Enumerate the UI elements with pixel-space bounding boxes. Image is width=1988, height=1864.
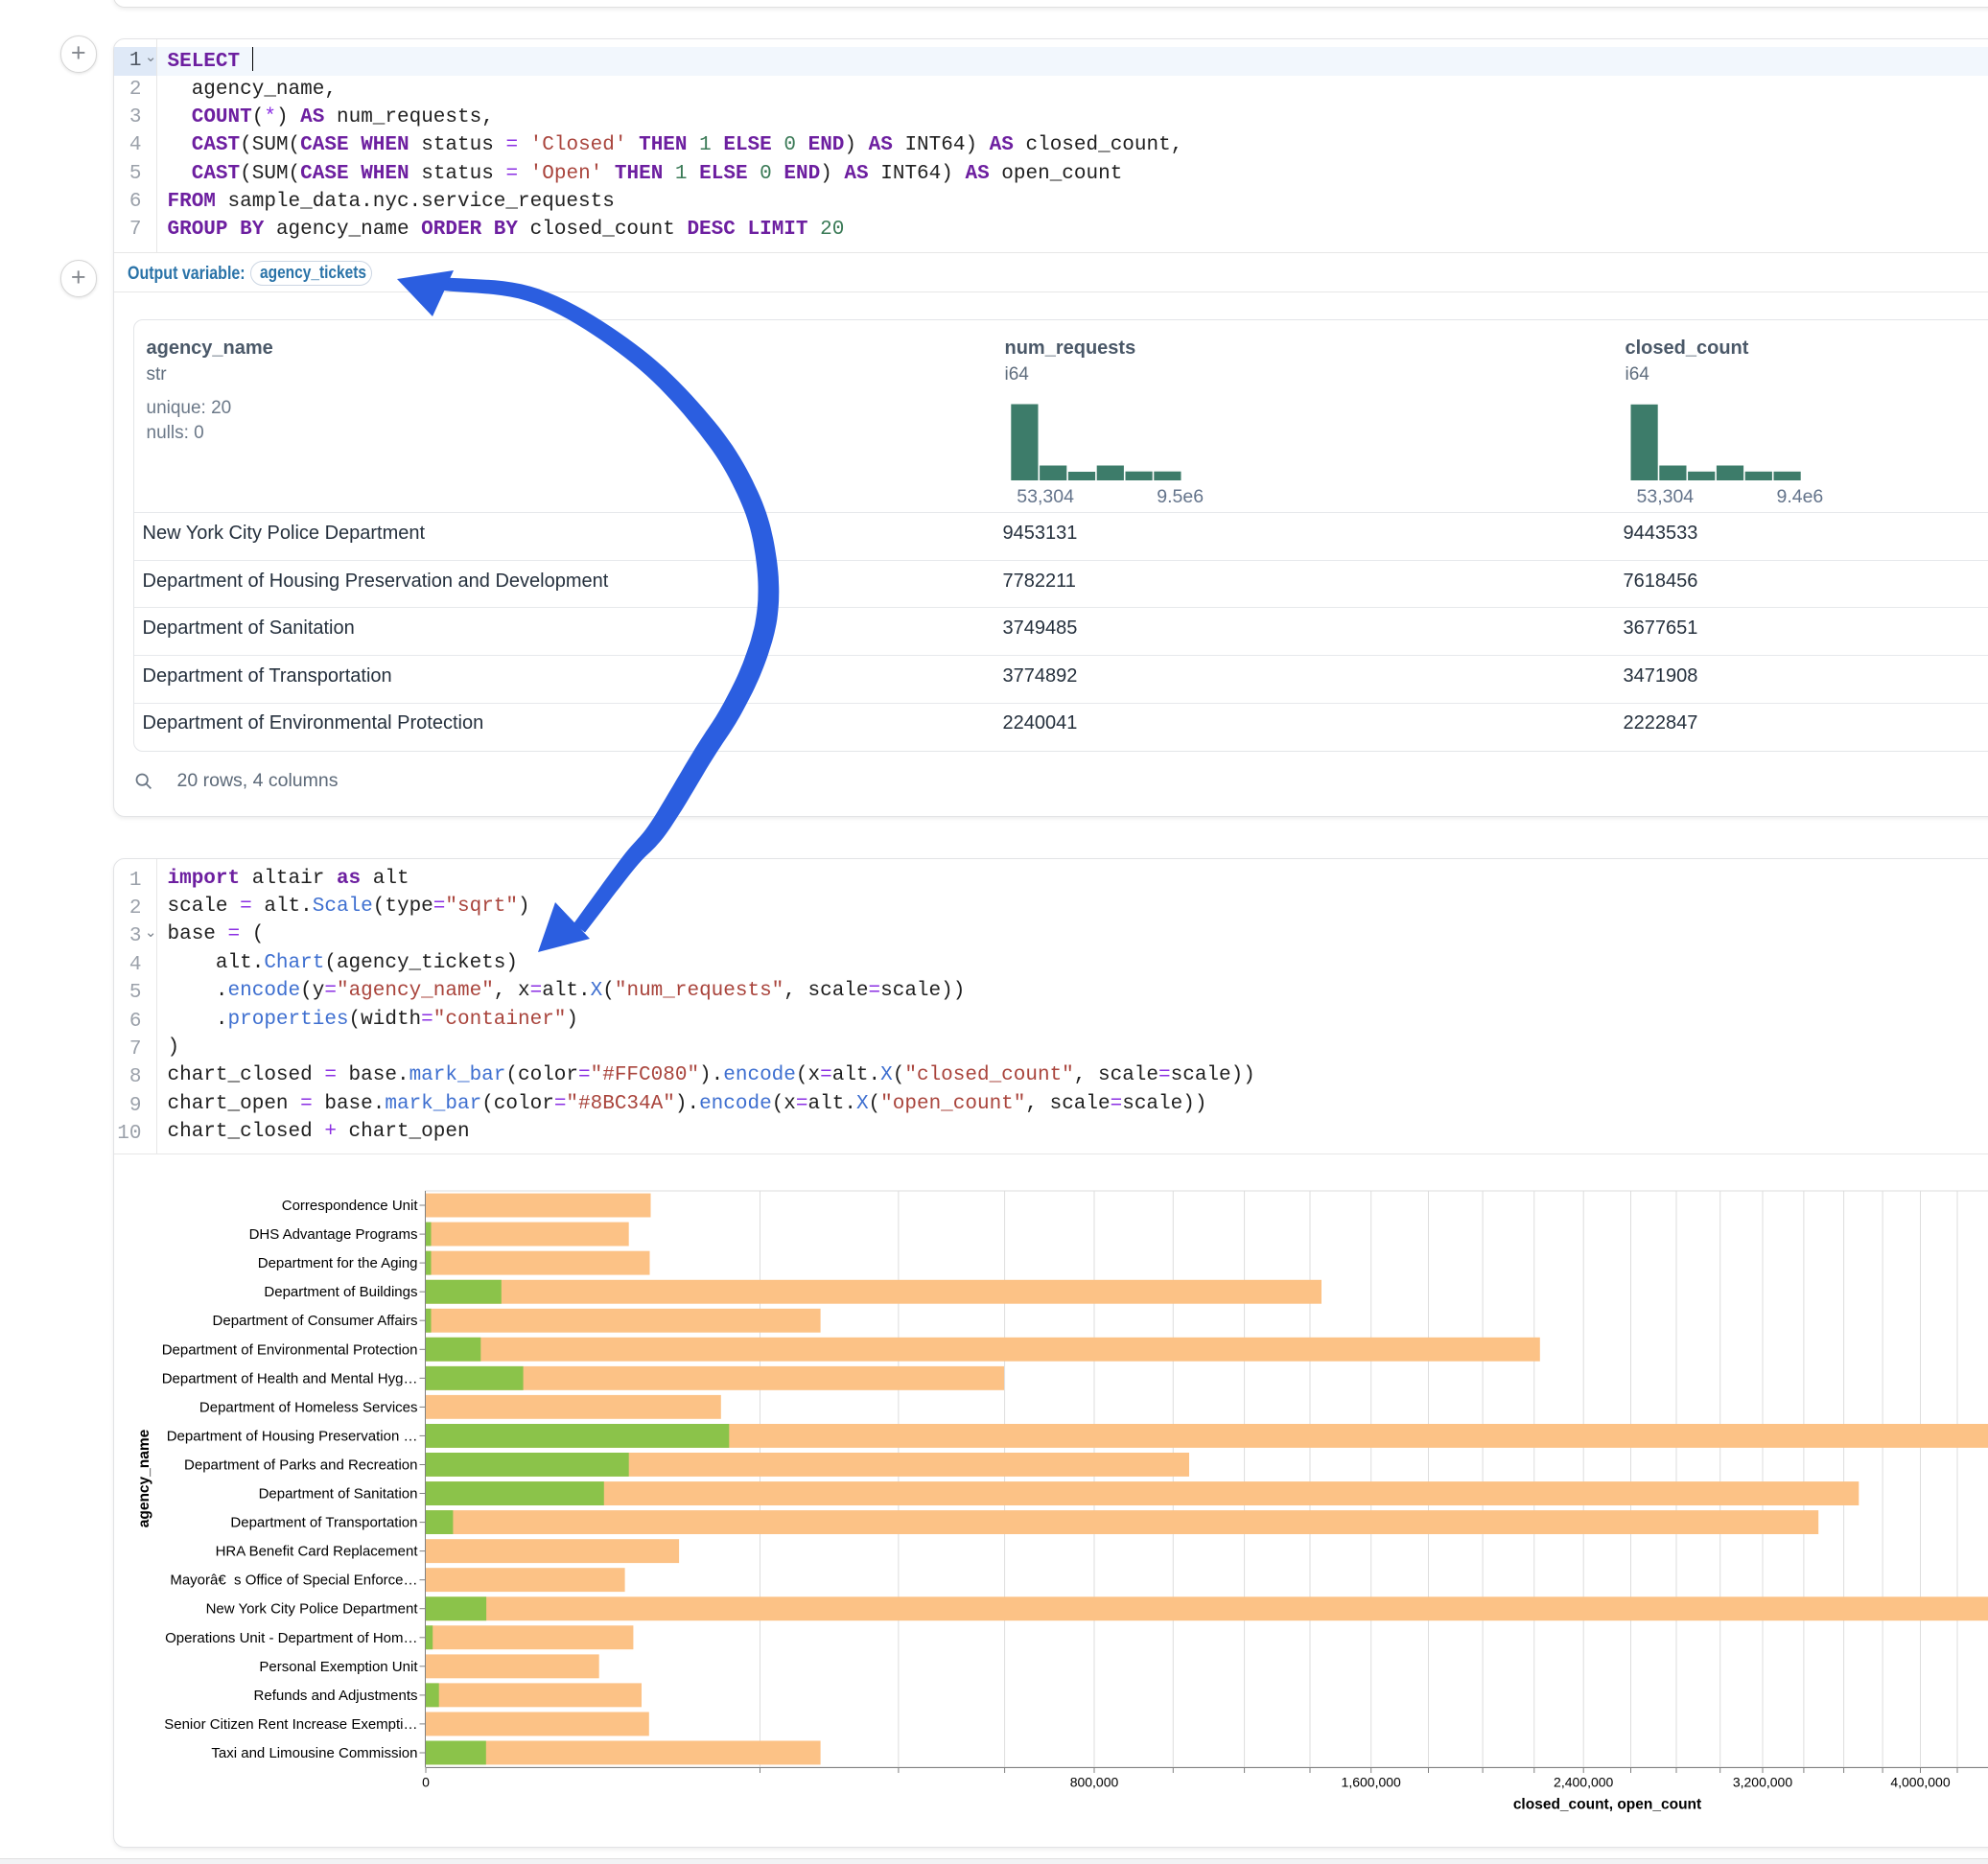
svg-text:Department of Housing Preserva: Department of Housing Preservation … (167, 1428, 418, 1444)
svg-text:closed_count, open_count: closed_count, open_count (1513, 1797, 1701, 1813)
svg-text:3,200,000: 3,200,000 (1733, 1775, 1792, 1790)
svg-text:Department of Parks and Recrea: Department of Parks and Recreation (184, 1457, 417, 1474)
svg-text:Taxi and Limousine Commission: Taxi and Limousine Commission (211, 1745, 417, 1761)
svg-text:4,000,000: 4,000,000 (1890, 1775, 1950, 1790)
svg-text:Department of Health and Menta: Department of Health and Mental Hyg… (162, 1370, 418, 1386)
svg-text:Senior Citizen Rent Increase E: Senior Citizen Rent Increase Exempti… (164, 1716, 417, 1733)
svg-text:Department of Transportation: Department of Transportation (230, 1515, 417, 1531)
svg-text:Mayorâ€ s Office of Special E: Mayorâ€ s Office of Special Enforce… (170, 1573, 417, 1589)
svg-text:Department of Sanitation: Department of Sanitation (259, 1486, 418, 1503)
svg-text:Department of Consumer Affairs: Department of Consumer Affairs (213, 1313, 418, 1329)
svg-text:800,000: 800,000 (1070, 1775, 1119, 1790)
svg-text:HRA Benefit Card Replacement: HRA Benefit Card Replacement (216, 1544, 419, 1560)
svg-text:2,400,000: 2,400,000 (1554, 1775, 1613, 1790)
svg-text:agency_name: agency_name (136, 1429, 152, 1527)
svg-text:Department of Environmental Pr: Department of Environmental Protection (162, 1341, 418, 1358)
svg-text:Correspondence Unit: Correspondence Unit (282, 1198, 419, 1214)
svg-text:Department of Buildings: Department of Buildings (264, 1284, 417, 1300)
svg-text:New York City Police Departmen: New York City Police Department (206, 1601, 419, 1618)
svg-text:0: 0 (422, 1775, 430, 1790)
svg-text:Department for the Aging: Department for the Aging (258, 1255, 418, 1271)
svg-text:Operations Unit - Department o: Operations Unit - Department of Hom… (165, 1630, 417, 1646)
svg-text:Personal Exemption Unit: Personal Exemption Unit (259, 1659, 418, 1675)
svg-text:1,600,000: 1,600,000 (1342, 1775, 1401, 1790)
svg-text:Department of Homeless Service: Department of Homeless Services (199, 1399, 418, 1415)
svg-text:Refunds and Adjustments: Refunds and Adjustments (254, 1688, 418, 1704)
svg-text:DHS Advantage Programs: DHS Advantage Programs (249, 1226, 418, 1243)
